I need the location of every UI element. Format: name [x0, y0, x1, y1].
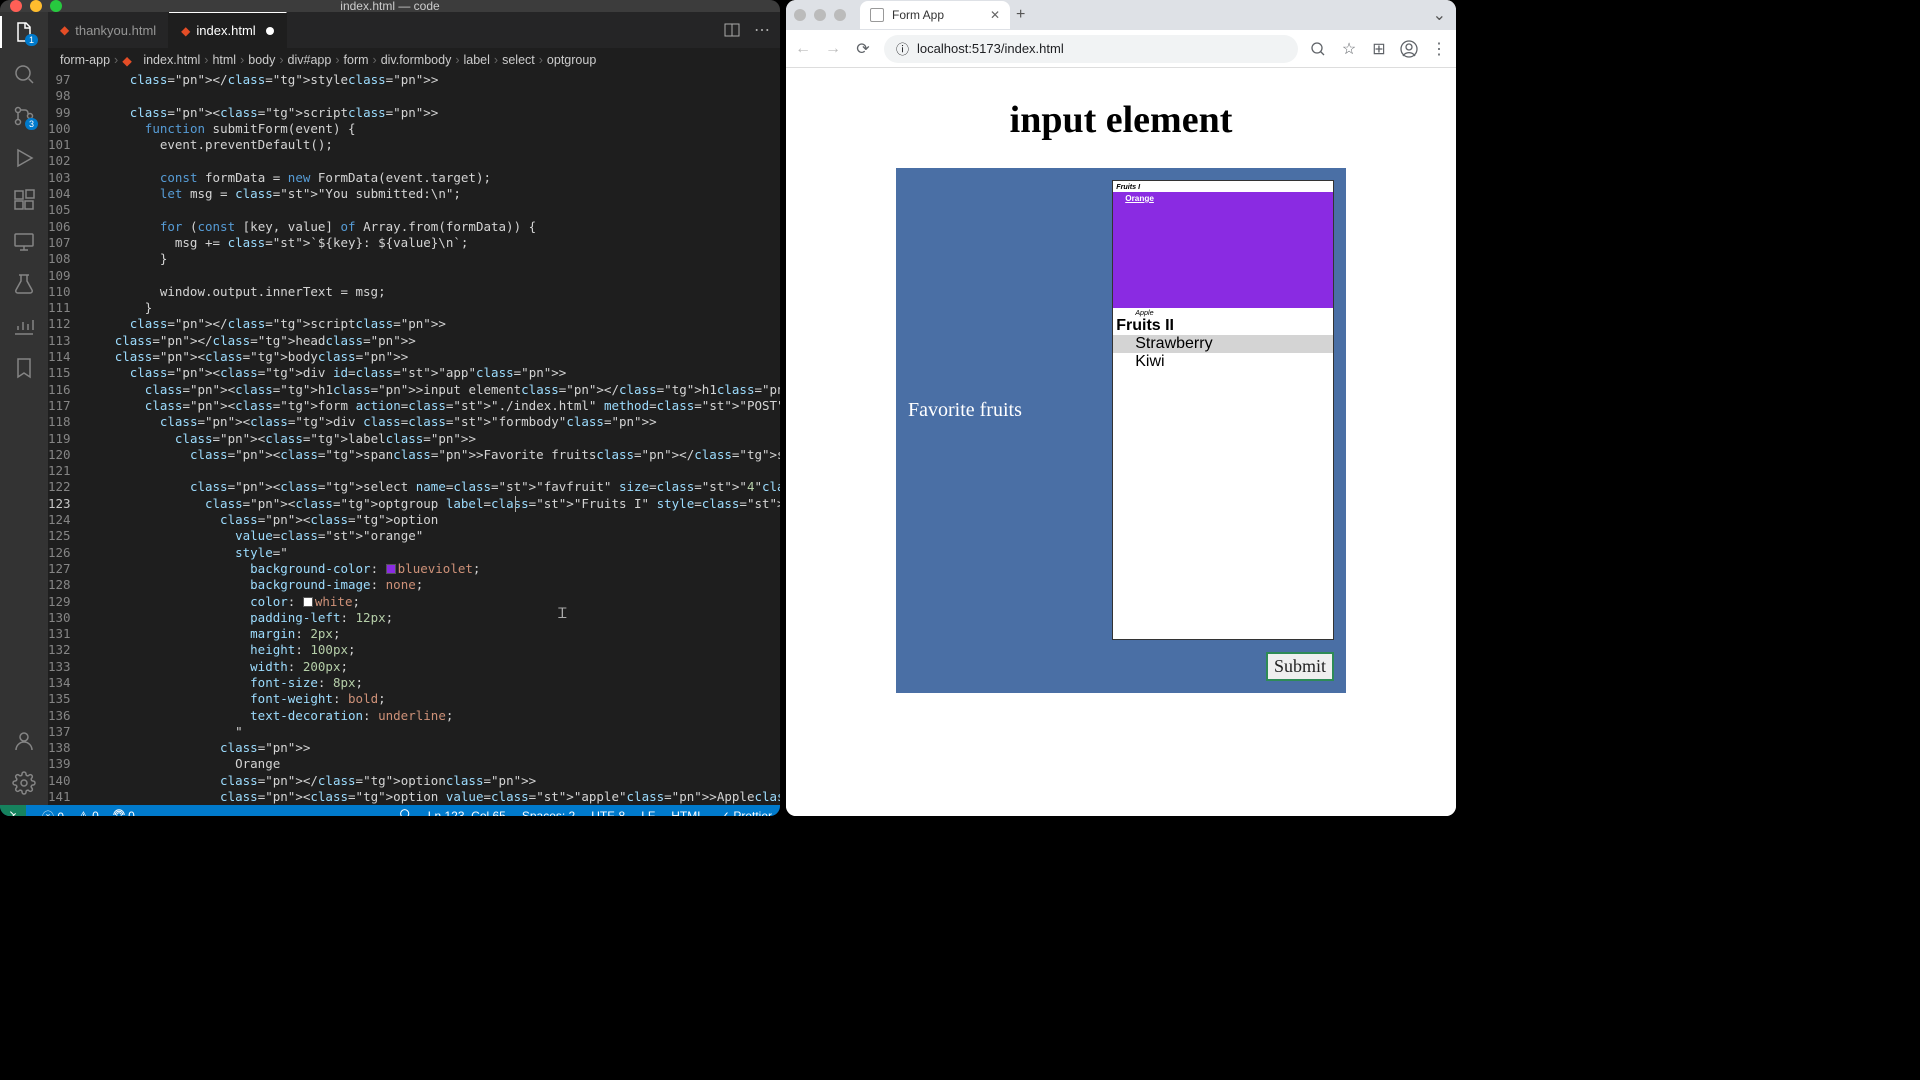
favicon-icon [870, 8, 884, 22]
html-file-icon: ◆ [60, 23, 69, 37]
form-container: Favorite fruits Fruits I Orange Apple Fr… [896, 168, 1346, 693]
bookmark-icon[interactable] [12, 356, 36, 380]
optgroup-label: Fruits II [1113, 317, 1333, 335]
vscode-window: index.html — code 1 3 [0, 0, 780, 816]
browser-tabstrip: Form App ✕ + ⌄ [786, 0, 1456, 30]
modified-dot-icon [266, 27, 274, 35]
extensions-icon[interactable] [12, 188, 36, 212]
option-apple[interactable]: Apple [1113, 308, 1333, 317]
extensions-puzzle-icon[interactable]: ⊞ [1370, 39, 1388, 59]
submit-button[interactable]: Submit [1266, 652, 1334, 681]
graph-icon[interactable] [12, 314, 36, 338]
browser-tab-title: Form App [892, 8, 944, 22]
status-bar: ⓧ 0 ⚠ 0 0 Ln 123, Col 65 Spaces: 2 UTF-8… [0, 805, 780, 816]
scm-badge: 3 [25, 118, 38, 130]
vscode-titlebar: index.html — code [0, 0, 780, 12]
more-actions-icon[interactable]: ⋯ [754, 20, 770, 40]
fruit-select[interactable]: Fruits I Orange Apple Fruits II Strawber… [1112, 180, 1334, 640]
reload-icon[interactable]: ⟳ [854, 39, 872, 59]
zoom-icon[interactable] [1310, 41, 1328, 57]
remote-explorer-icon[interactable] [12, 230, 36, 254]
source-control-icon[interactable]: 3 [12, 104, 36, 128]
site-info-icon[interactable]: ⓘ [896, 39, 909, 58]
browser-toolbar: ← → ⟳ ⓘ localhost:5173/index.html ☆ ⊞ ⋮ [786, 30, 1456, 68]
option-kiwi[interactable]: Kiwi [1113, 353, 1333, 371]
html-file-icon: ◆ [181, 24, 190, 38]
text-cursor-icon: Ꮖ [558, 606, 567, 622]
editor-tabs: ◆ thankyou.html ◆ index.html ⋯ [48, 12, 780, 48]
window-zoom-icon[interactable] [834, 9, 846, 21]
tab-label: index.html [196, 23, 255, 38]
eol[interactable]: LF [641, 809, 655, 816]
encoding[interactable]: UTF-8 [591, 809, 625, 816]
search-icon[interactable] [12, 62, 36, 86]
close-tab-icon[interactable]: ✕ [990, 8, 1000, 22]
tab-thankyou[interactable]: ◆ thankyou.html [48, 12, 169, 48]
activity-bar: 1 3 [0, 12, 48, 805]
tab-label: thankyou.html [75, 23, 156, 38]
address-bar[interactable]: ⓘ localhost:5173/index.html [884, 35, 1298, 63]
page-title: input element [806, 98, 1436, 142]
remote-indicator-icon[interactable] [0, 805, 26, 816]
account-icon[interactable] [12, 729, 36, 753]
explorer-badge: 1 [25, 34, 38, 46]
bookmark-star-icon[interactable]: ☆ [1340, 39, 1358, 59]
explorer-icon[interactable]: 1 [12, 20, 36, 44]
page-content: input element Favorite fruits Fruits I O… [786, 68, 1456, 816]
url-text: localhost:5173/index.html [917, 41, 1064, 56]
tab-index[interactable]: ◆ index.html [169, 12, 286, 48]
prettier-status[interactable]: ✓ Prettier [720, 809, 772, 816]
forward-icon[interactable]: → [824, 40, 842, 58]
code-editor[interactable]: 9798991001011021031041051061071081091101… [48, 72, 780, 805]
cursor-position[interactable]: Ln 123, Col 65 [428, 809, 506, 816]
error-count[interactable]: ⓧ 0 [42, 808, 64, 816]
window-close-icon[interactable] [794, 9, 806, 21]
testing-icon[interactable] [12, 272, 36, 296]
settings-gear-icon[interactable] [12, 771, 36, 795]
option-orange[interactable]: Orange [1113, 192, 1333, 308]
language-mode[interactable]: HTML [671, 809, 704, 816]
browser-tab[interactable]: Form App ✕ [860, 1, 1010, 29]
new-tab-icon[interactable]: + [1016, 6, 1025, 24]
option-strawberry[interactable]: Strawberry [1113, 335, 1333, 353]
indent-setting[interactable]: Spaces: 2 [522, 809, 575, 816]
status-search-icon[interactable] [399, 808, 412, 816]
profile-icon[interactable] [1400, 40, 1418, 58]
browser-window: Form App ✕ + ⌄ ← → ⟳ ⓘ localhost:5173/in… [786, 0, 1456, 816]
form-label: Favorite fruits [908, 399, 1112, 422]
run-debug-icon[interactable] [12, 146, 36, 170]
warning-count[interactable]: ⚠ 0 [78, 809, 99, 816]
back-icon[interactable]: ← [794, 40, 812, 58]
window-minimize-icon[interactable] [814, 9, 826, 21]
menu-icon[interactable]: ⋮ [1430, 39, 1448, 59]
chevron-down-icon[interactable]: ⌄ [1433, 5, 1446, 25]
breadcrumb[interactable]: form-app› ◆ index.html› html› body› div#… [48, 48, 780, 72]
optgroup-label: Fruits I [1113, 181, 1333, 192]
port-forward-icon[interactable]: 0 [113, 809, 135, 816]
split-editor-icon[interactable] [724, 22, 740, 38]
window-title: index.html — code [0, 0, 780, 13]
